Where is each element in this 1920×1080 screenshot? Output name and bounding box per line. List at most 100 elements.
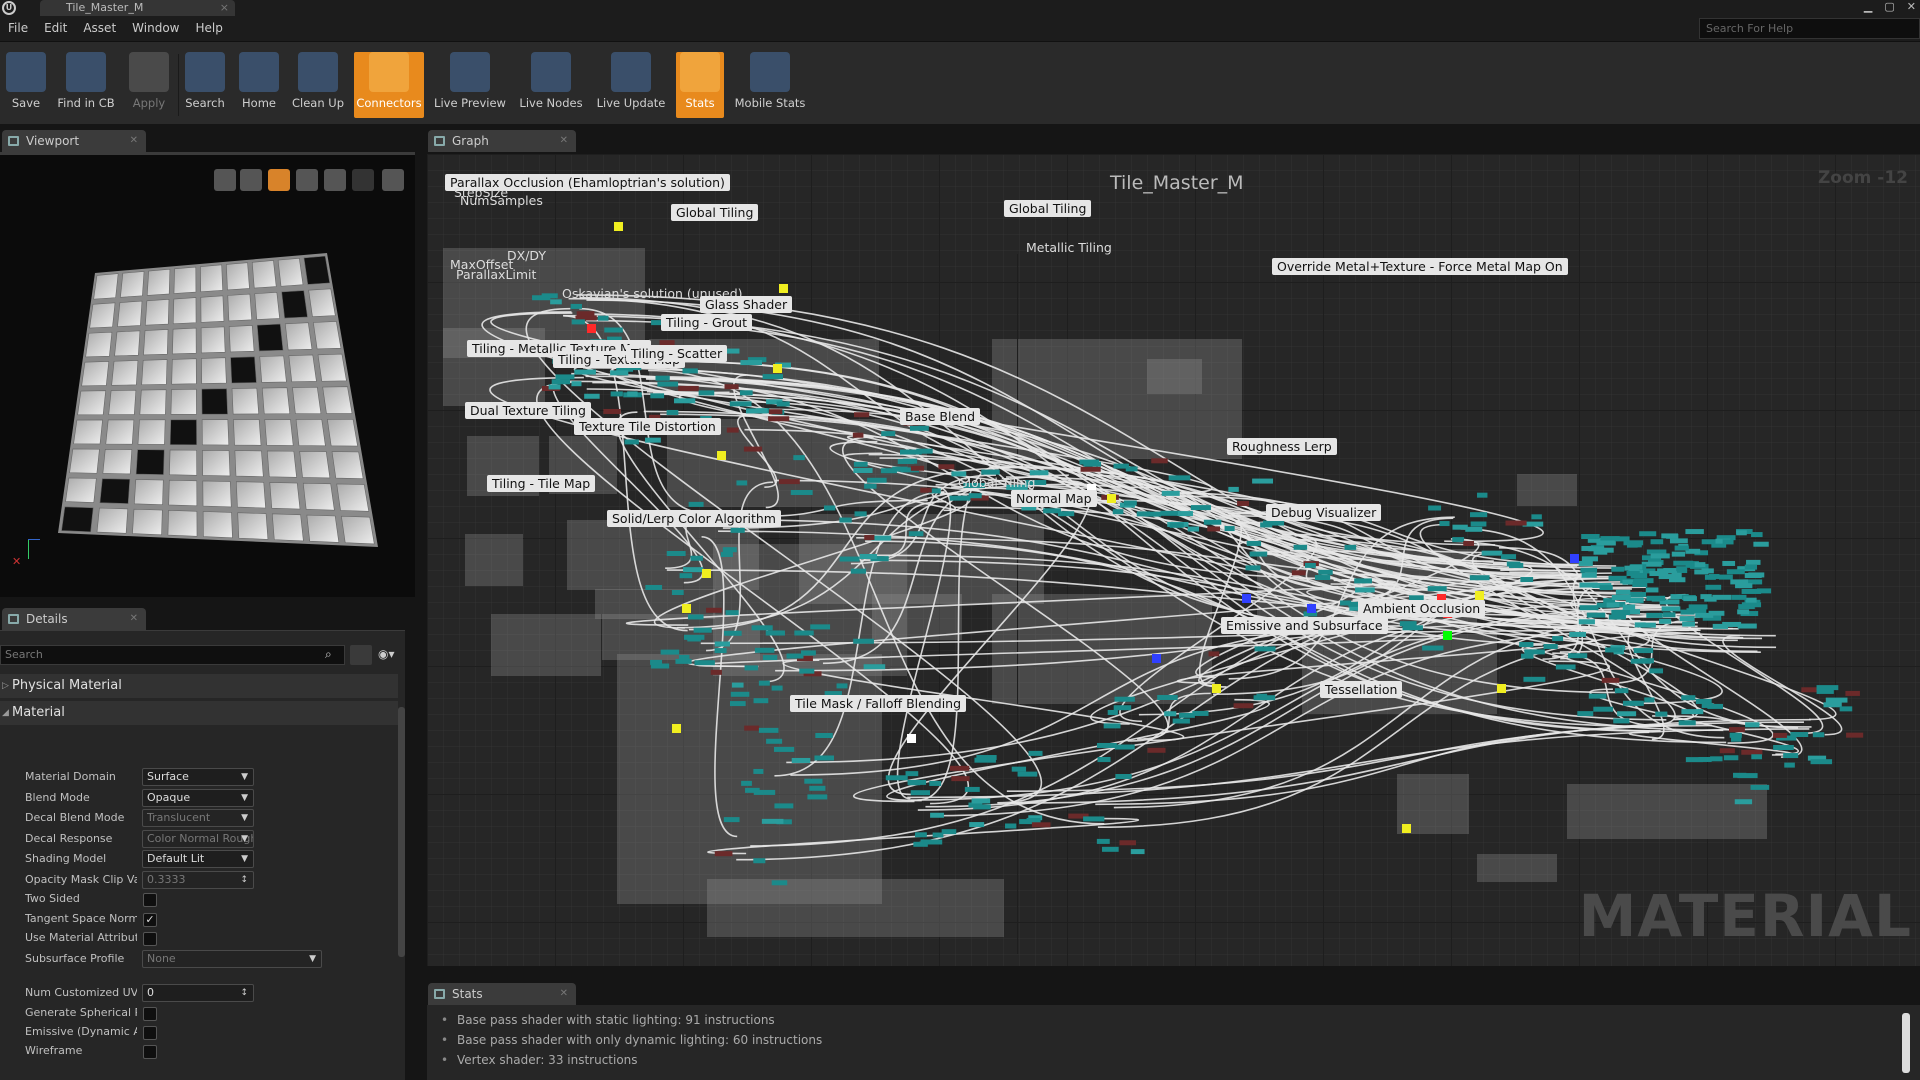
graph-node[interactable] <box>1719 574 1733 580</box>
graph-node[interactable] <box>815 733 833 739</box>
graph-node[interactable] <box>1825 697 1848 703</box>
comment-label[interactable]: Ambient Occlusion <box>1358 600 1486 617</box>
graph-node[interactable] <box>1114 744 1135 750</box>
live-update-button[interactable]: Live Update <box>594 52 668 118</box>
graph-node[interactable] <box>767 630 783 636</box>
graph-node[interactable] <box>754 647 775 653</box>
graph-node[interactable] <box>932 832 944 838</box>
graph-node[interactable] <box>1172 718 1190 724</box>
graph-node[interactable] <box>1688 604 1708 610</box>
graph-node[interactable] <box>1685 529 1704 535</box>
graph-node[interactable] <box>1622 700 1644 706</box>
graph-node[interactable] <box>1773 744 1794 750</box>
graph-node[interactable] <box>909 425 929 431</box>
graph-node[interactable] <box>1734 799 1753 805</box>
tab-details[interactable]: Details ✕ <box>2 608 146 630</box>
graph-node[interactable] <box>1682 621 1695 627</box>
graph-node[interactable] <box>1260 522 1273 528</box>
graph-node[interactable] <box>773 746 795 752</box>
graph-node[interactable] <box>853 461 868 467</box>
graph-node[interactable] <box>854 511 867 517</box>
graph-node[interactable] <box>660 649 680 655</box>
graph-node[interactable] <box>761 818 784 824</box>
graph-node[interactable] <box>1228 486 1239 492</box>
graph-node[interactable] <box>1846 732 1864 738</box>
graph-node[interactable] <box>736 480 748 486</box>
graph-node[interactable] <box>867 477 887 483</box>
color-node-swatch[interactable] <box>672 724 681 733</box>
graph-node[interactable] <box>1452 537 1465 543</box>
graph-node[interactable] <box>1622 579 1633 585</box>
graph-node[interactable] <box>1427 586 1447 592</box>
graph-node[interactable] <box>771 685 783 691</box>
graph-node[interactable] <box>1655 711 1668 717</box>
graph-node[interactable] <box>859 553 877 559</box>
graph-node[interactable] <box>1644 697 1655 703</box>
graph-node[interactable] <box>1845 690 1860 696</box>
graph-node[interactable] <box>1710 756 1723 762</box>
comment-label[interactable]: Texture Tile Distortion <box>574 418 721 435</box>
graph-node[interactable] <box>1107 709 1118 715</box>
graph-node[interactable] <box>729 401 752 407</box>
graph-node[interactable] <box>1168 475 1191 481</box>
graph-node[interactable] <box>1671 572 1682 578</box>
document-tab[interactable]: Tile_Master_M × <box>40 0 235 16</box>
graph-node[interactable] <box>1730 579 1749 585</box>
graph-node[interactable] <box>794 630 814 636</box>
graph-node[interactable] <box>1790 732 1809 738</box>
save-button[interactable]: Save <box>4 52 48 118</box>
graph-node[interactable] <box>968 493 982 499</box>
graph-node[interactable] <box>1704 596 1717 602</box>
graph-node[interactable] <box>768 409 783 415</box>
menu-asset[interactable]: Asset <box>75 16 124 40</box>
graph-node[interactable] <box>1422 645 1444 651</box>
graph-node[interactable] <box>1622 604 1636 610</box>
graph-node[interactable] <box>753 698 769 704</box>
graph-node[interactable] <box>706 607 722 613</box>
graph-node[interactable] <box>1208 651 1220 657</box>
graph-node[interactable] <box>885 775 908 781</box>
menu-edit[interactable]: Edit <box>36 16 75 40</box>
property-value-field[interactable]: Translucent ▼ <box>142 809 254 827</box>
menu-window[interactable]: Window <box>124 16 187 40</box>
graph-node[interactable] <box>1736 530 1747 536</box>
graph-node[interactable] <box>1646 595 1666 601</box>
graph-node[interactable] <box>799 668 815 674</box>
graph-node[interactable] <box>941 829 957 835</box>
comment-label[interactable]: NumSamples <box>455 192 548 209</box>
graph-node[interactable] <box>1465 526 1483 532</box>
property-value-field[interactable]: Surface ▼ <box>142 768 254 786</box>
graph-node[interactable] <box>698 390 715 396</box>
graph-node[interactable] <box>743 446 763 452</box>
stats-button[interactable]: Stats <box>676 52 724 118</box>
comment-label[interactable]: Metallic Tiling <box>1021 239 1117 256</box>
graph-node[interactable] <box>741 780 752 786</box>
graph-node[interactable] <box>1708 610 1725 616</box>
graph-node[interactable] <box>910 790 930 796</box>
graph-node[interactable] <box>1588 546 1605 552</box>
graph-node[interactable] <box>1543 643 1558 649</box>
graph-node[interactable] <box>1810 759 1833 765</box>
graph-node[interactable] <box>807 794 828 800</box>
graph-node[interactable] <box>964 786 980 792</box>
minimize-icon[interactable]: ▁ <box>1864 0 1872 13</box>
graph-node[interactable] <box>1753 541 1769 547</box>
graph-node[interactable] <box>758 727 779 733</box>
graph-node[interactable] <box>603 408 621 414</box>
graph-node[interactable] <box>730 691 750 697</box>
graph-node[interactable] <box>571 319 585 325</box>
graph-node[interactable] <box>1599 585 1613 591</box>
graph-node[interactable] <box>1629 592 1647 597</box>
apply-button[interactable]: Apply <box>124 52 174 118</box>
graph-node[interactable] <box>1746 559 1761 565</box>
graph-node[interactable] <box>1580 567 1598 573</box>
graph-node[interactable] <box>1293 544 1308 550</box>
close-icon[interactable]: ✕ <box>130 608 138 630</box>
category-physical-material[interactable]: ▷ Physical Material <box>0 674 398 698</box>
graph-node[interactable] <box>1477 492 1488 498</box>
comment-label[interactable]: Tiling - Tile Map <box>487 475 596 492</box>
property-checkbox[interactable] <box>143 1007 157 1021</box>
graph-node[interactable] <box>1354 578 1372 584</box>
graph-node[interactable] <box>1253 695 1276 701</box>
graph-node[interactable] <box>1011 766 1027 772</box>
